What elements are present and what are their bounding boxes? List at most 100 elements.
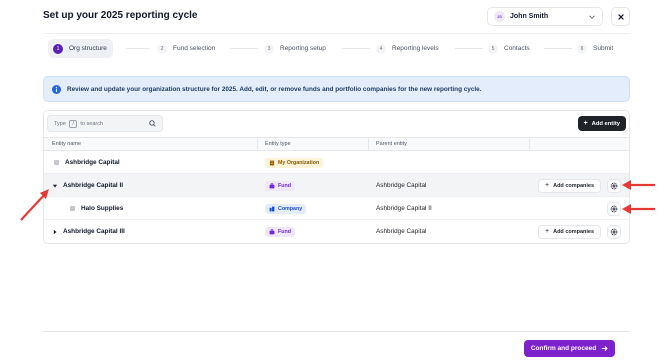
step-fund-selection[interactable]: 2 Fund selection <box>157 39 215 58</box>
step-number: 4 <box>376 43 386 54</box>
briefcase-icon <box>269 182 275 188</box>
confirm-and-proceed-button[interactable]: Confirm and proceed <box>524 340 615 357</box>
entity-type-label: Fund <box>278 228 291 235</box>
step-label: Org structure <box>69 45 107 52</box>
actions-cell: + Add companies <box>538 220 602 243</box>
column-divider <box>529 137 530 151</box>
caret-down-icon[interactable] <box>52 183 58 189</box>
step-submit[interactable]: 6 Submit <box>577 39 613 58</box>
banner-text: Review and update your organization stru… <box>67 85 482 93</box>
settings-cell <box>607 174 621 197</box>
step-contacts[interactable]: 5 Contacts <box>488 39 530 58</box>
header-divider <box>43 33 630 34</box>
entity-name: Ashbridge Capital III <box>63 228 125 235</box>
close-icon <box>617 13 624 20</box>
entity-type-cell: Fund <box>265 174 295 197</box>
entity-type-cell: Fund <box>265 220 295 243</box>
add-entity-button[interactable]: + Add entity <box>577 116 626 131</box>
entity-name: Ashbridge Capital <box>65 159 120 166</box>
entity-bullet-icon <box>54 160 59 165</box>
table-row[interactable]: Ashbridge Capital III Fund Ashbridge Cap… <box>44 220 629 243</box>
entity-type-label: My Organization <box>278 159 320 166</box>
confirm-label: Confirm and proceed <box>530 345 597 352</box>
step-reporting-levels[interactable]: 4 Reporting levels <box>376 39 439 58</box>
add-companies-button[interactable]: + Add companies <box>538 224 602 239</box>
step-number: 6 <box>577 43 587 54</box>
plus-icon: + <box>545 182 550 189</box>
step-label: Reporting setup <box>280 45 326 52</box>
entity-type-badge: Fund <box>265 180 295 191</box>
plus-icon: + <box>583 120 588 127</box>
entity-name-cell: Ashbridge Capital III <box>52 220 125 243</box>
entity-name: Halo Supplies <box>81 205 124 212</box>
setup-dialog: Set up your 2025 reporting cycle JS John… <box>0 0 670 361</box>
stepper: 1 Org structure 2 Fund selection 3 Repor… <box>48 39 630 58</box>
caret-right-icon[interactable] <box>52 229 58 235</box>
user-dropdown[interactable]: JS John Smith <box>487 7 603 26</box>
close-button[interactable] <box>611 7 630 26</box>
footer-divider <box>43 331 630 332</box>
entity-name-cell: Ashbridge Capital II <box>52 174 123 197</box>
search-placeholder-suffix: to search <box>80 120 104 127</box>
column-header-parent-entity: Parent entity <box>376 141 407 147</box>
entity-name: Ashbridge Capital II <box>63 182 124 189</box>
add-companies-label: Add companies <box>553 182 595 189</box>
annotation-arrow-icon <box>622 204 655 214</box>
avatar: JS <box>494 11 505 22</box>
step-label: Submit <box>593 45 614 52</box>
briefcase-icon <box>269 228 275 234</box>
step-reporting-setup[interactable]: 3 Reporting setup <box>264 39 326 58</box>
plus-icon: + <box>545 228 550 235</box>
step-org-structure[interactable]: 1 Org structure <box>48 39 113 58</box>
step-label: Contacts <box>504 45 530 52</box>
step-label: Reporting levels <box>392 45 439 52</box>
table-row[interactable]: Ashbridge Capital My Organization <box>44 151 629 174</box>
parent-entity-cell: Ashbridge Capital <box>376 228 427 235</box>
settings-cell <box>607 220 621 243</box>
gear-icon <box>610 182 618 189</box>
add-entity-label: Add entity <box>591 120 620 127</box>
chevron-down-icon <box>589 14 595 19</box>
entity-type-label: Fund <box>278 182 291 189</box>
user-name: John Smith <box>510 13 549 20</box>
settings-button[interactable] <box>607 178 621 193</box>
add-companies-button[interactable]: + Add companies <box>538 178 602 193</box>
column-divider <box>368 137 369 151</box>
table-row[interactable]: Halo Supplies Company Ashbridge Capital … <box>44 197 629 220</box>
arrow-right-icon <box>601 346 608 351</box>
settings-cell <box>607 197 621 220</box>
step-number: 3 <box>264 43 274 54</box>
gear-icon <box>610 228 618 235</box>
settings-button[interactable] <box>607 224 621 239</box>
annotation-arrow-icon <box>20 189 49 221</box>
company-icon <box>269 206 275 211</box>
info-banner: Review and update your organization stru… <box>43 76 630 102</box>
step-separator <box>126 48 150 49</box>
step-number: 5 <box>488 43 498 54</box>
keyboard-shortcut: / <box>69 119 77 128</box>
step-separator <box>342 48 370 49</box>
column-header-entity-name: Entity name <box>52 141 82 147</box>
entity-name-cell: Ashbridge Capital <box>54 151 120 174</box>
entity-type-label: Company <box>278 205 303 212</box>
entity-table: Type / to search + Add entity Entity nam… <box>43 110 630 244</box>
table-row[interactable]: Ashbridge Capital II Fund Ashbridge Capi… <box>44 174 629 197</box>
parent-entity-cell: Ashbridge Capital <box>376 182 427 189</box>
search-placeholder: Type / to search <box>54 119 149 128</box>
search-input[interactable]: Type / to search <box>47 115 163 132</box>
page-title: Set up your 2025 reporting cycle <box>43 10 198 21</box>
settings-button[interactable] <box>607 201 621 216</box>
step-number: 2 <box>157 43 167 54</box>
annotation-arrow-icon <box>622 180 655 190</box>
info-icon <box>52 84 61 94</box>
entity-type-badge: Fund <box>265 226 295 237</box>
table-header: Entity name Entity type Parent entity <box>44 137 629 151</box>
actions-cell: + Add companies <box>538 174 602 197</box>
step-number: 1 <box>53 43 63 54</box>
column-divider <box>257 137 258 151</box>
step-label: Fund selection <box>173 45 216 52</box>
search-icon <box>149 120 156 127</box>
entity-bullet-icon <box>70 206 75 211</box>
entity-type-cell: My Organization <box>265 151 324 174</box>
table-toolbar: Type / to search + Add entity <box>44 111 629 137</box>
